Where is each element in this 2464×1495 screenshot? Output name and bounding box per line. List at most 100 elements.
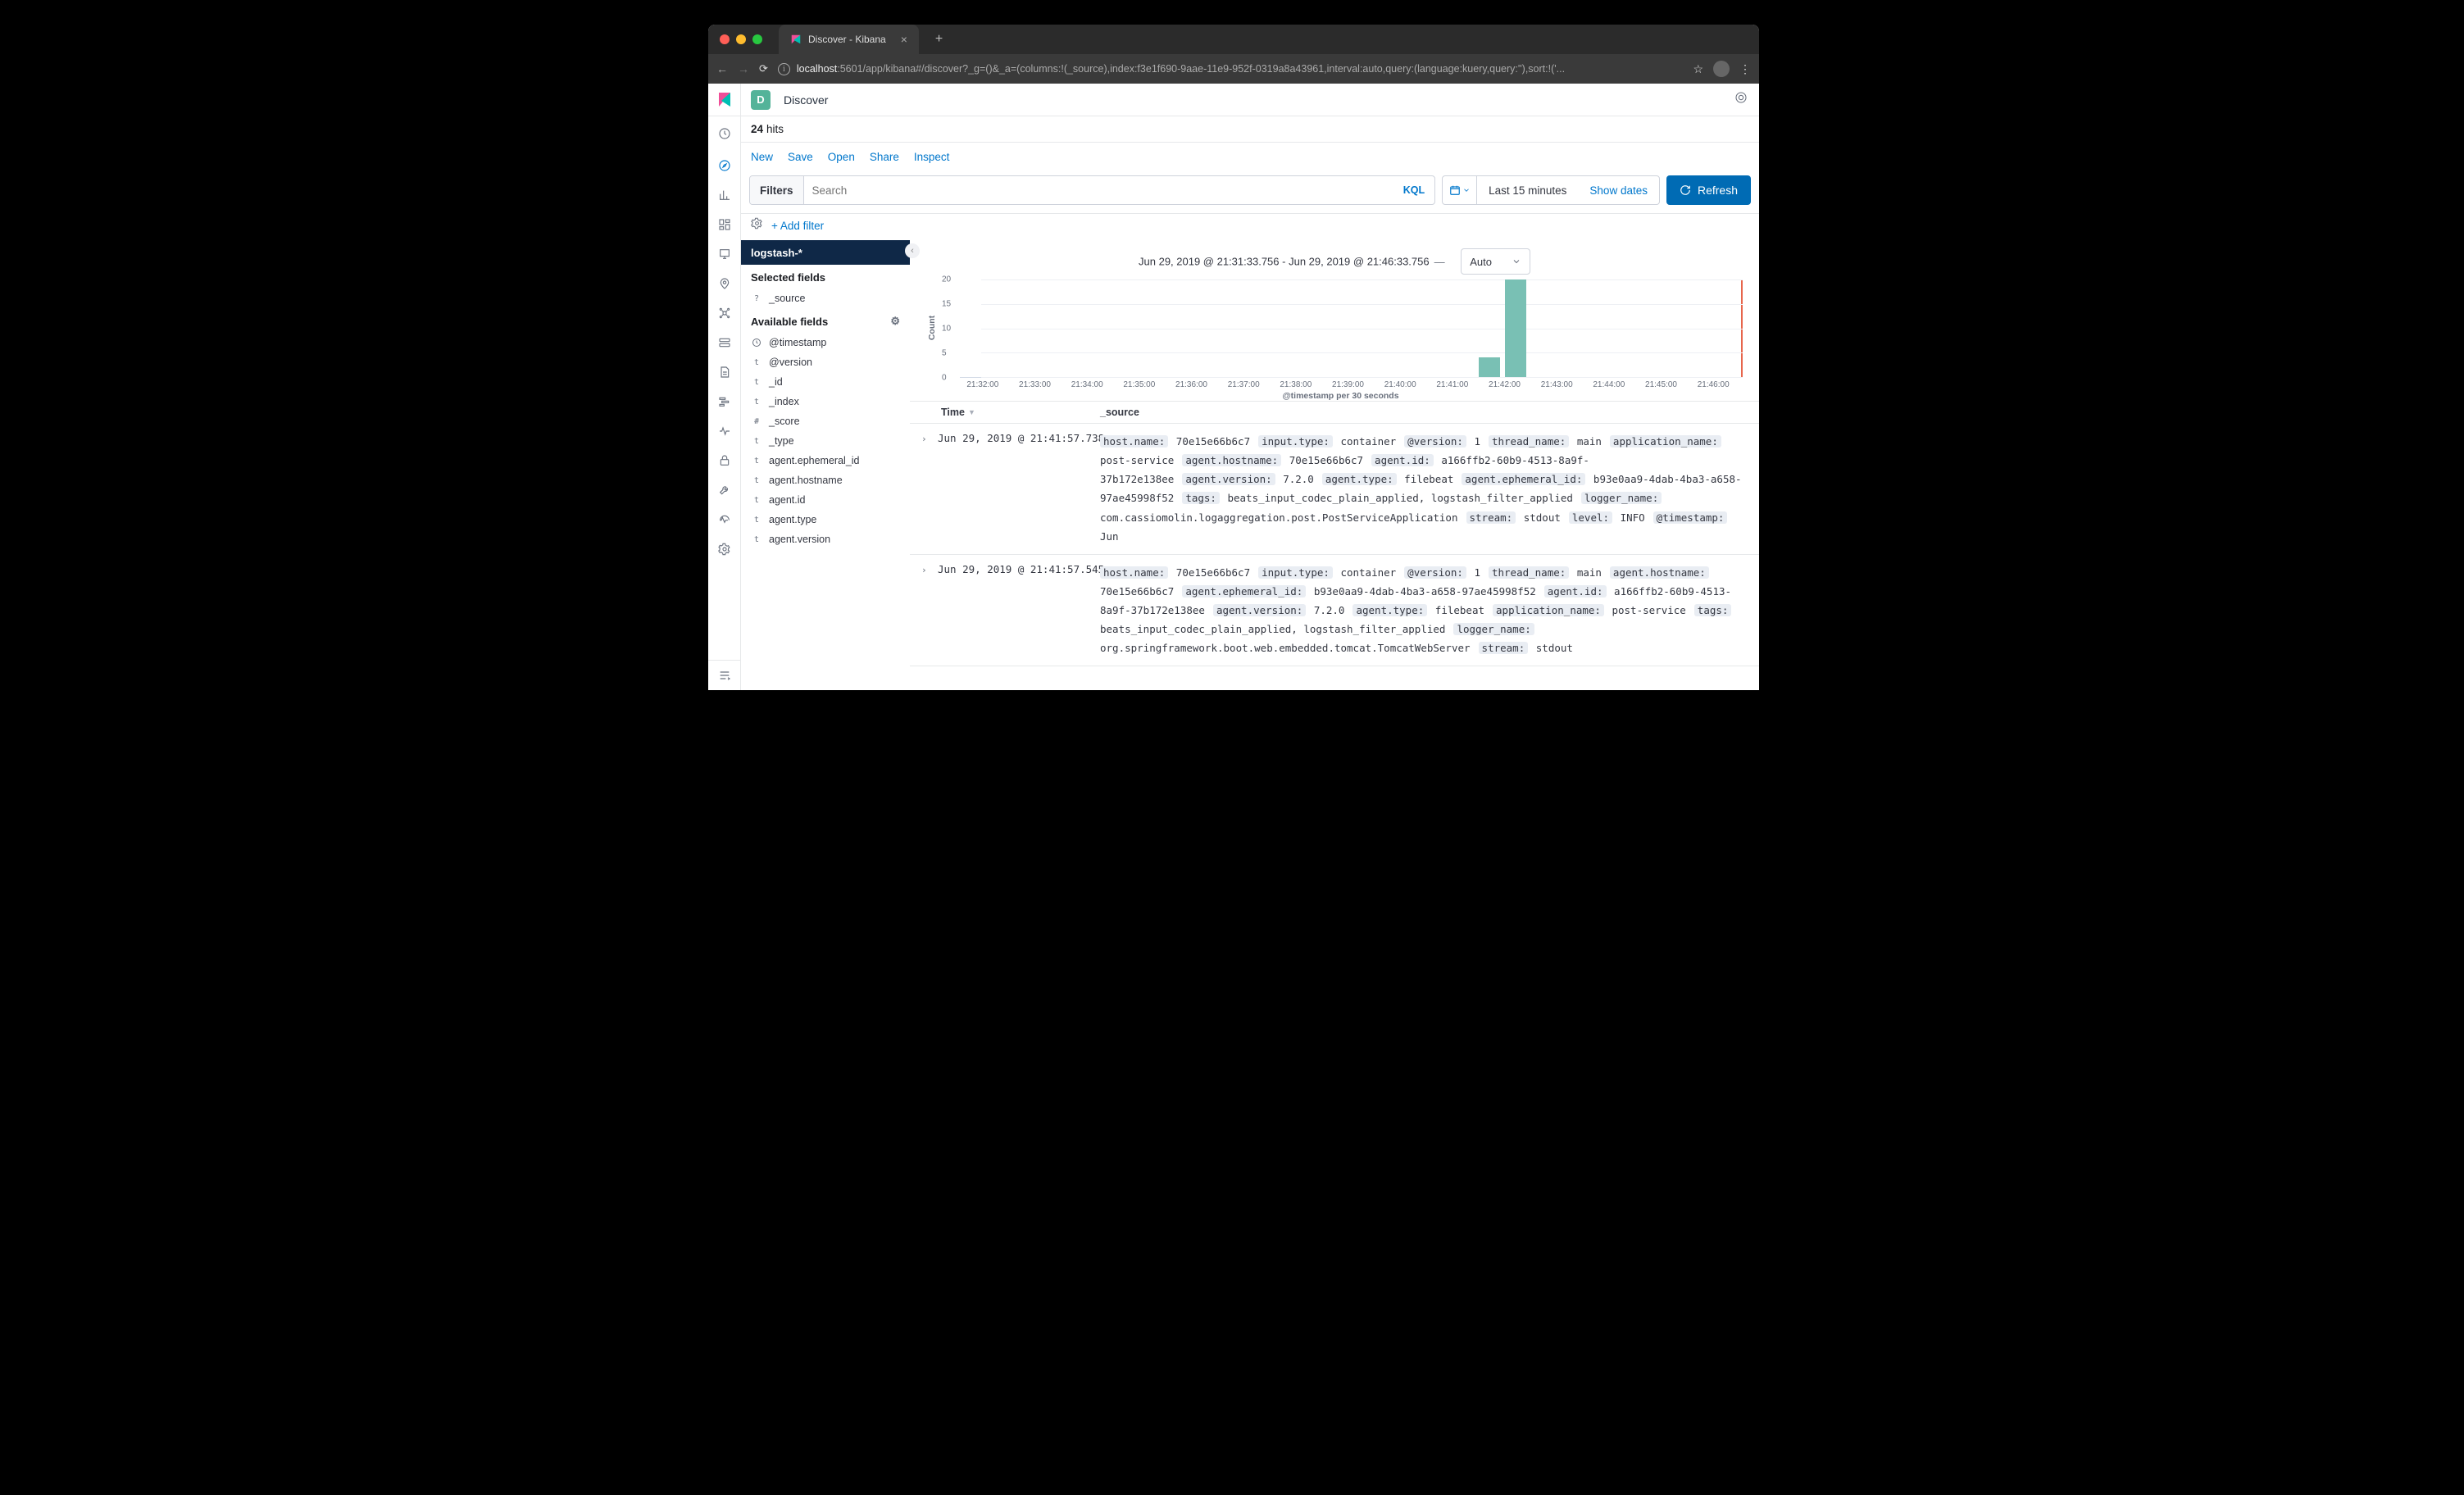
close-tab-button[interactable]: ×	[901, 33, 907, 46]
nav-devtools-icon[interactable]	[708, 475, 741, 505]
field-key: host.name:	[1100, 566, 1168, 579]
histogram-bar[interactable]	[1505, 279, 1526, 377]
field-item[interactable]: tagent.hostname	[741, 470, 910, 490]
expand-row-button[interactable]: ›	[921, 565, 938, 575]
nav-monitoring-icon[interactable]	[708, 505, 741, 534]
field-value: beats_input_codec_plain_applied, logstas…	[1227, 492, 1572, 504]
add-filter-row: + Add filter	[741, 214, 1759, 240]
date-range-text[interactable]: Last 15 minutes	[1477, 184, 1578, 197]
minimize-window-button[interactable]	[736, 34, 746, 44]
bookmark-button[interactable]: ☆	[1693, 62, 1703, 76]
kibana-logo[interactable]	[708, 84, 741, 116]
browser-tab[interactable]: Discover - Kibana ×	[779, 25, 919, 54]
show-dates-link[interactable]: Show dates	[1578, 184, 1659, 197]
field-key: input.type:	[1258, 566, 1333, 579]
field-item[interactable]: t_index	[741, 392, 910, 411]
field-item[interactable]: @timestamp	[741, 333, 910, 352]
field-type-icon: t	[751, 476, 762, 485]
query-bar: Filters KQL Last 15 minutes Show dates R…	[741, 170, 1759, 214]
nav-infra-icon[interactable]	[708, 328, 741, 357]
field-type-icon: t	[751, 535, 762, 544]
fullscreen-button[interactable]	[1734, 91, 1748, 108]
field-key: logger_name:	[1581, 492, 1662, 504]
reload-button[interactable]: ⟳	[759, 62, 768, 75]
nav-visualize-icon[interactable]	[708, 180, 741, 210]
field-key: tags:	[1182, 492, 1220, 504]
field-value: INFO	[1621, 511, 1645, 524]
url-field[interactable]: i localhost:5601/app/kibana#/discover?_g…	[778, 63, 1684, 75]
available-fields-header: Available fields⚙	[741, 308, 910, 333]
field-item[interactable]: #_score	[741, 411, 910, 431]
interval-select[interactable]: Auto	[1461, 248, 1530, 275]
field-item[interactable]: t@version	[741, 352, 910, 372]
field-key: @version:	[1404, 566, 1466, 579]
field-key: level:	[1569, 511, 1612, 524]
browser-menu-button[interactable]: ⋮	[1739, 62, 1751, 76]
field-value: b93e0aa9-4dab-4ba3-a658-97ae45998f52	[1314, 585, 1536, 598]
nav-uptime-icon[interactable]	[708, 416, 741, 446]
nav-ml-icon[interactable]	[708, 298, 741, 328]
field-key: stream:	[1466, 511, 1516, 524]
nav-canvas-icon[interactable]	[708, 239, 741, 269]
expand-row-button[interactable]: ›	[921, 434, 938, 444]
add-filter-link[interactable]: + Add filter	[771, 220, 824, 232]
nav-maps-icon[interactable]	[708, 269, 741, 298]
nav-discover-icon[interactable]	[708, 151, 741, 180]
nav-apm-icon[interactable]	[708, 387, 741, 416]
field-key: application_name:	[1493, 604, 1604, 616]
field-key: agent.type:	[1352, 604, 1427, 616]
time-range-display: Jun 29, 2019 @ 21:31:33.756 - Jun 29, 20…	[910, 240, 1759, 278]
field-value: stdout	[1536, 642, 1573, 654]
menu-open[interactable]: Open	[828, 151, 855, 163]
field-type-icon: t	[751, 378, 762, 387]
index-pattern-selector[interactable]: logstash-*	[741, 240, 910, 265]
nav-recent-icon[interactable]	[708, 119, 741, 148]
field-key: agent.ephemeral_id:	[1462, 473, 1585, 485]
histogram-chart[interactable]: Count 21:32:0021:33:0021:34:0021:35:0021…	[939, 278, 1743, 401]
filters-label[interactable]: Filters	[750, 176, 804, 204]
refresh-button[interactable]: Refresh	[1666, 175, 1751, 205]
nav-collapse-icon[interactable]	[708, 661, 740, 690]
forward-button[interactable]: →	[738, 62, 749, 75]
histogram-bar[interactable]	[1479, 357, 1500, 377]
field-item[interactable]: tagent.id	[741, 490, 910, 510]
menu-save[interactable]: Save	[788, 151, 813, 163]
field-key: agent.type:	[1322, 473, 1397, 485]
menu-inspect[interactable]: Inspect	[914, 151, 950, 163]
gear-icon[interactable]: ⚙	[890, 315, 900, 328]
filter-settings-icon[interactable]	[751, 217, 763, 234]
kibana-nav-rail	[708, 84, 741, 690]
field-item[interactable]: t_id	[741, 372, 910, 392]
nav-management-icon[interactable]	[708, 534, 741, 564]
nav-siem-icon[interactable]	[708, 446, 741, 475]
menu-new[interactable]: New	[751, 151, 773, 163]
field-key: application_name:	[1610, 435, 1721, 448]
space-badge[interactable]: D	[751, 90, 771, 110]
search-input[interactable]	[804, 184, 1393, 197]
profile-avatar[interactable]	[1713, 61, 1730, 77]
field-item[interactable]: tagent.ephemeral_id	[741, 451, 910, 470]
kibana-favicon	[790, 34, 802, 45]
field-item[interactable]: tagent.version	[741, 529, 910, 549]
nav-dashboard-icon[interactable]	[708, 210, 741, 239]
menu-share[interactable]: Share	[870, 151, 899, 163]
field-type-icon: t	[751, 437, 762, 446]
maximize-window-button[interactable]	[752, 34, 762, 44]
collapse-sidebar-button[interactable]: ‹	[905, 243, 920, 258]
back-button[interactable]: ←	[716, 62, 728, 75]
filters-container: Filters KQL	[749, 175, 1435, 205]
field-item[interactable]: t_type	[741, 431, 910, 451]
close-window-button[interactable]	[720, 34, 730, 44]
col-time[interactable]: Time▼	[941, 407, 1100, 418]
field-type-icon: t	[751, 496, 762, 505]
top-menu: New Save Open Share Inspect	[741, 143, 1759, 170]
field-item[interactable]: ?_source	[741, 289, 910, 308]
site-info-icon[interactable]: i	[778, 63, 790, 75]
new-tab-button[interactable]: +	[935, 32, 943, 47]
nav-logs-icon[interactable]	[708, 357, 741, 387]
calendar-button[interactable]	[1443, 176, 1477, 204]
field-item[interactable]: tagent.type	[741, 510, 910, 529]
col-source[interactable]: _source	[1100, 407, 1139, 418]
kql-toggle[interactable]: KQL	[1393, 184, 1434, 196]
field-value: org.springframework.boot.web.embedded.to…	[1100, 642, 1471, 654]
